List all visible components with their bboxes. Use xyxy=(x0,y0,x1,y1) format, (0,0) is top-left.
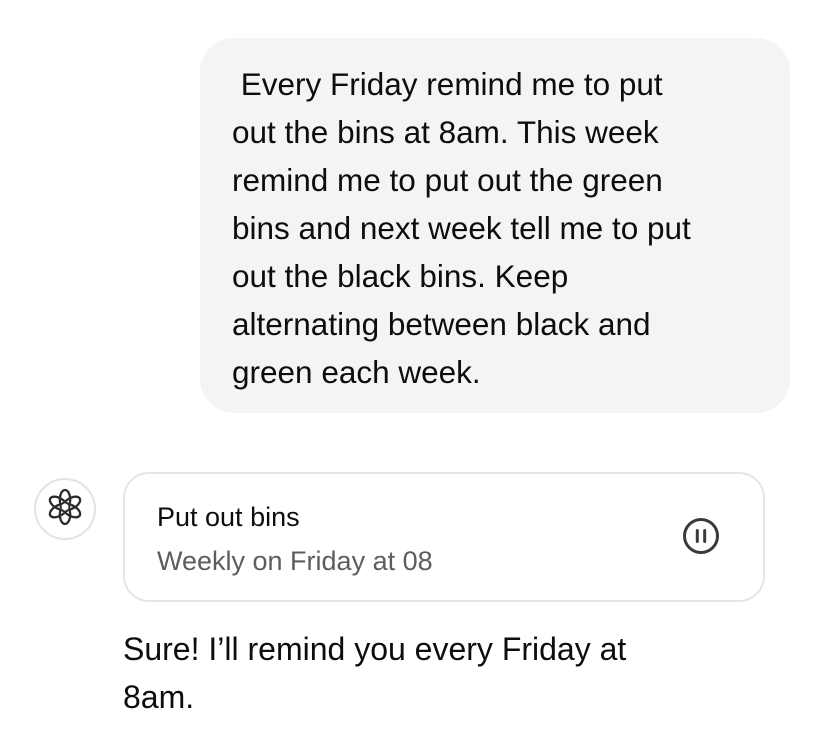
user-message-text: Every Friday remind me to put out the bi… xyxy=(232,66,691,390)
task-schedule: Weekly on Friday at 08 xyxy=(157,546,433,576)
pause-circle-icon xyxy=(682,517,720,560)
assistant-avatar xyxy=(34,478,96,540)
task-title: Put out bins xyxy=(157,502,300,532)
task-card[interactable]: Put out bins Weekly on Friday at 08 xyxy=(123,472,765,602)
openai-logo-icon xyxy=(45,487,85,532)
assistant-reply-text: Sure! I’ll remind you every Friday at 8a… xyxy=(123,631,627,715)
user-message-bubble: Every Friday remind me to put out the bi… xyxy=(200,38,790,413)
pause-button[interactable] xyxy=(681,517,721,560)
